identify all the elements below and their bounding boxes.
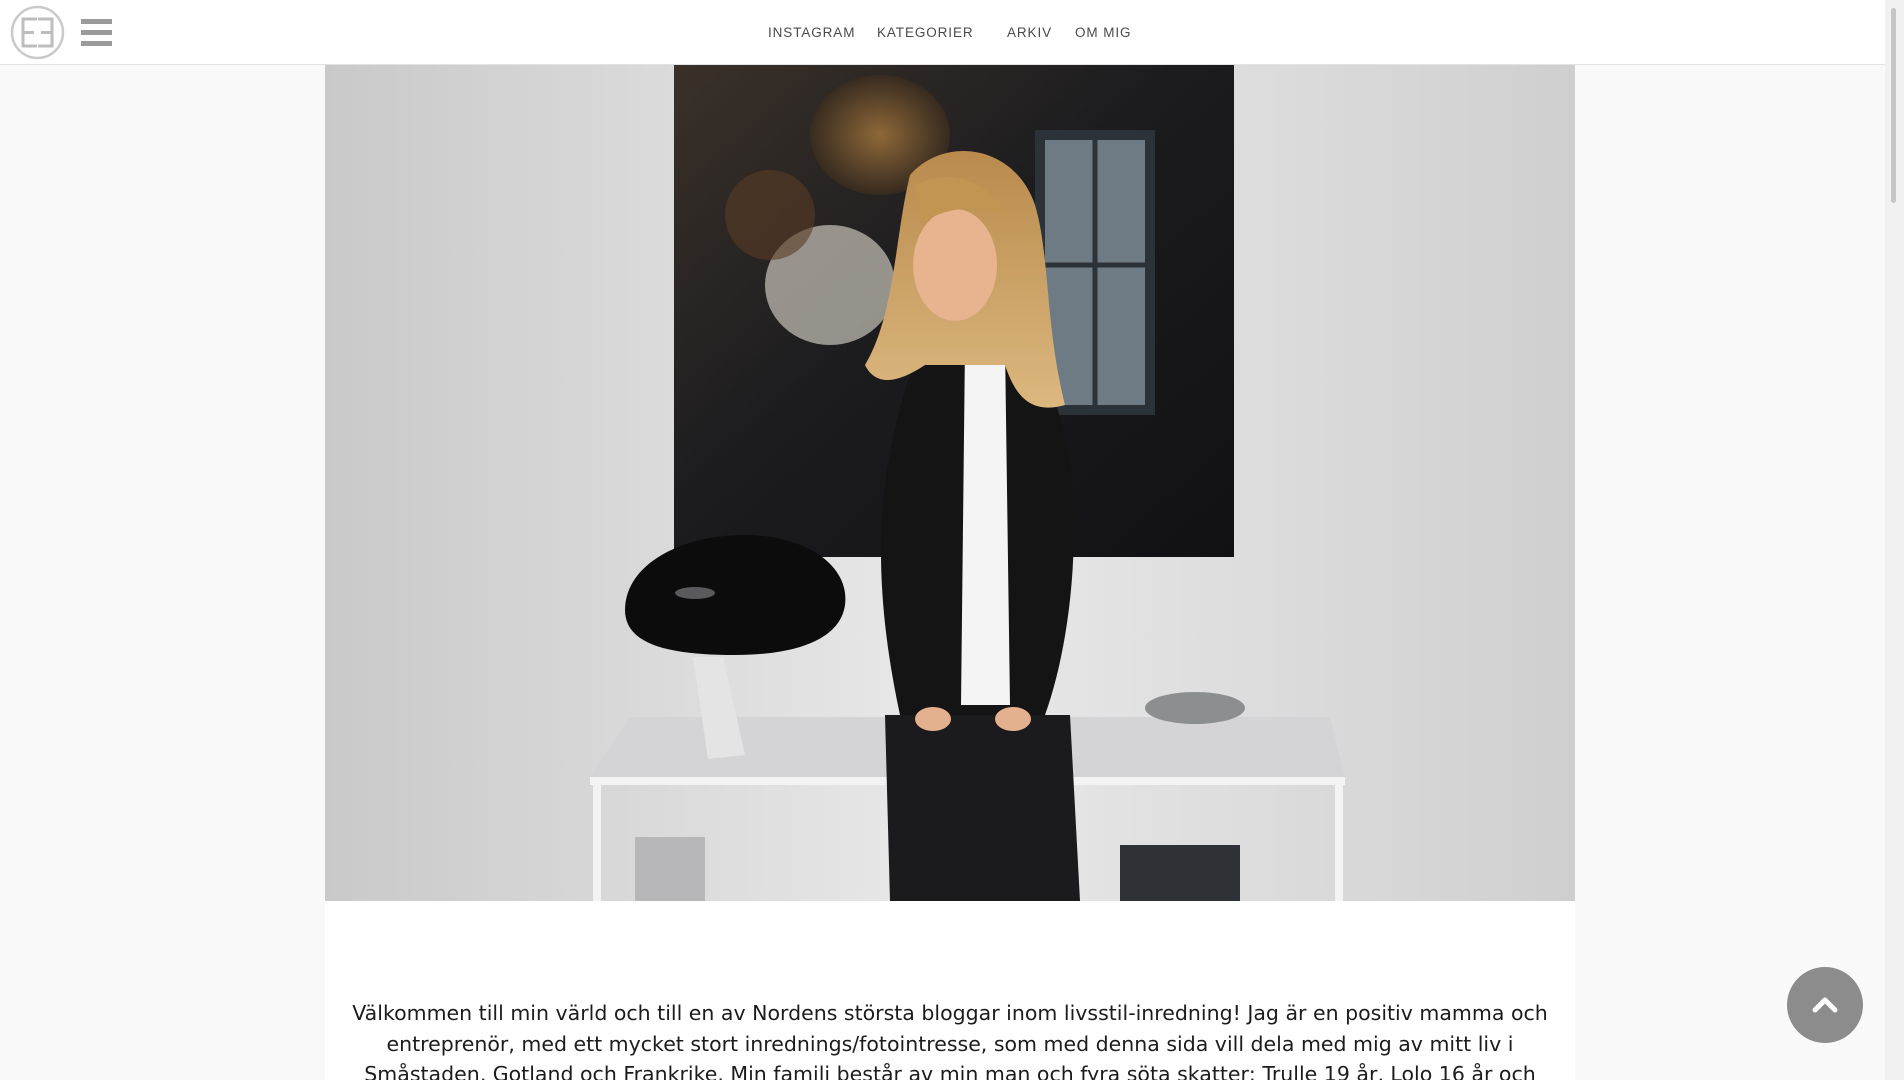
hero-image [325,65,1575,901]
portrait-photo [325,65,1575,901]
nav-kategorier-link[interactable]: KATEGORIER [877,25,974,40]
chevron-up-icon [1812,997,1838,1013]
main-navigation: INSTAGRAM KATEGORIER ARKIV OM MIG [0,0,1885,65]
intro-text: Välkommen till min värld och till en av … [352,1001,1548,1080]
page-scrollbar[interactable] [1885,0,1904,1080]
scrollbar-thumb[interactable] [1891,8,1896,203]
top-navigation-bar: INSTAGRAM KATEGORIER ARKIV OM MIG [0,0,1885,65]
nav-arkiv-link[interactable]: ARKIV [1007,25,1052,40]
nav-om-mig-link[interactable]: OM MIG [1075,25,1131,40]
nav-instagram-link[interactable]: INSTAGRAM [768,25,855,40]
main-content: Välkommen till min värld och till en av … [325,65,1575,1080]
back-to-top-button[interactable] [1787,967,1863,1043]
